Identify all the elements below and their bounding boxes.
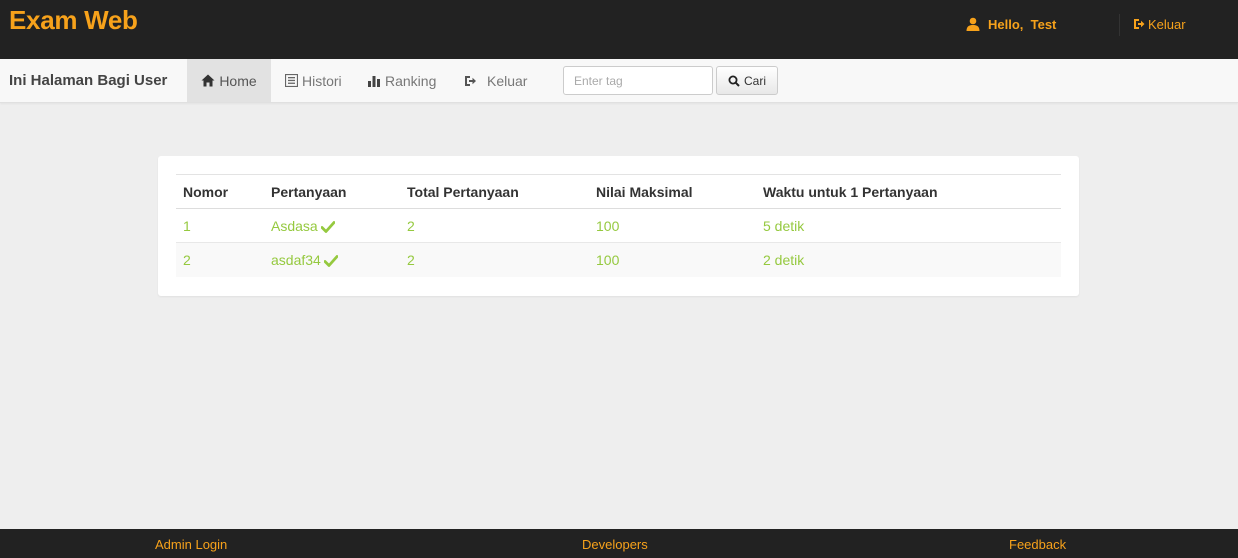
header-nilai-maksimal: Nilai Maksimal [596,183,693,200]
user-navbar: Ini Halaman Bagi User Home Histori Ranki… [0,59,1238,103]
nav-ranking-label: Ranking [385,72,437,89]
table-header-row: Nomor Pertanyaan Total Pertanyaan Nilai … [176,174,1061,209]
header-total-pertanyaan: Total Pertanyaan [407,183,519,200]
header-waktu: Waktu untuk 1 Pertanyaan [763,183,938,200]
cell-waktu: 2 detik [763,251,805,268]
exam-link[interactable]: asdaf34 [271,252,321,268]
exam-link[interactable]: Asdasa [271,218,318,234]
cell-total: 2 [407,251,415,268]
exam-list-panel: Nomor Pertanyaan Total Pertanyaan Nilai … [158,156,1079,296]
nav-item-home[interactable]: Home [187,59,271,102]
admin-login-link[interactable]: Admin Login [155,537,227,552]
header-logout-link[interactable]: Keluar [1133,15,1186,33]
logout-icon [1133,18,1145,30]
brand-logo[interactable]: Exam Web [9,5,138,36]
exam-table: Nomor Pertanyaan Total Pertanyaan Nilai … [176,174,1061,277]
user-icon [966,17,980,31]
feedback-link[interactable]: Feedback [1009,537,1066,552]
header-divider [1119,14,1120,36]
logout-icon [464,75,477,87]
check-icon [323,254,338,267]
nav-item-histori[interactable]: Histori [285,59,342,102]
header-nomor: Nomor [183,183,229,200]
table-row[interactable]: 1 Asdasa 2 100 5 detik [176,208,1061,243]
nav-item-ranking[interactable]: Ranking [368,59,436,102]
cell-pertanyaan[interactable]: asdaf34 [264,243,400,277]
search-icon [728,75,740,87]
home-icon [201,74,215,87]
ranking-icon [368,75,381,87]
greeting-text: Hello, Test [988,16,1057,32]
nav-home-label: Home [219,72,257,89]
navbar-title[interactable]: Ini Halaman Bagi User [9,72,167,89]
search-button-label: Cari [743,73,766,88]
list-icon [285,74,298,87]
cell-total: 2 [407,217,415,234]
user-greeting[interactable]: Hello, Test [966,15,1056,33]
nav-keluar-label: Keluar [487,72,528,89]
top-header: Exam Web Hello, Test Keluar [0,0,1238,59]
tag-search-input[interactable] [563,66,713,95]
cell-nomor: 1 [183,217,191,234]
cell-waktu: 5 detik [763,217,805,234]
table-row[interactable]: 2 asdaf34 2 100 2 detik [176,242,1061,277]
check-icon [320,220,335,233]
nav-item-keluar[interactable]: Keluar [464,59,527,102]
developers-link[interactable]: Developers [582,537,648,552]
cell-pertanyaan[interactable]: Asdasa [264,209,400,243]
logout-label: Keluar [1148,16,1186,32]
cell-nomor: 2 [183,251,191,268]
page-footer: Admin Login Developers Feedback [0,529,1238,558]
search-button[interactable]: Cari [716,66,778,95]
cell-nilai: 100 [596,217,620,234]
cell-nilai: 100 [596,251,620,268]
nav-histori-label: Histori [302,72,342,89]
header-pertanyaan: Pertanyaan [271,183,347,200]
